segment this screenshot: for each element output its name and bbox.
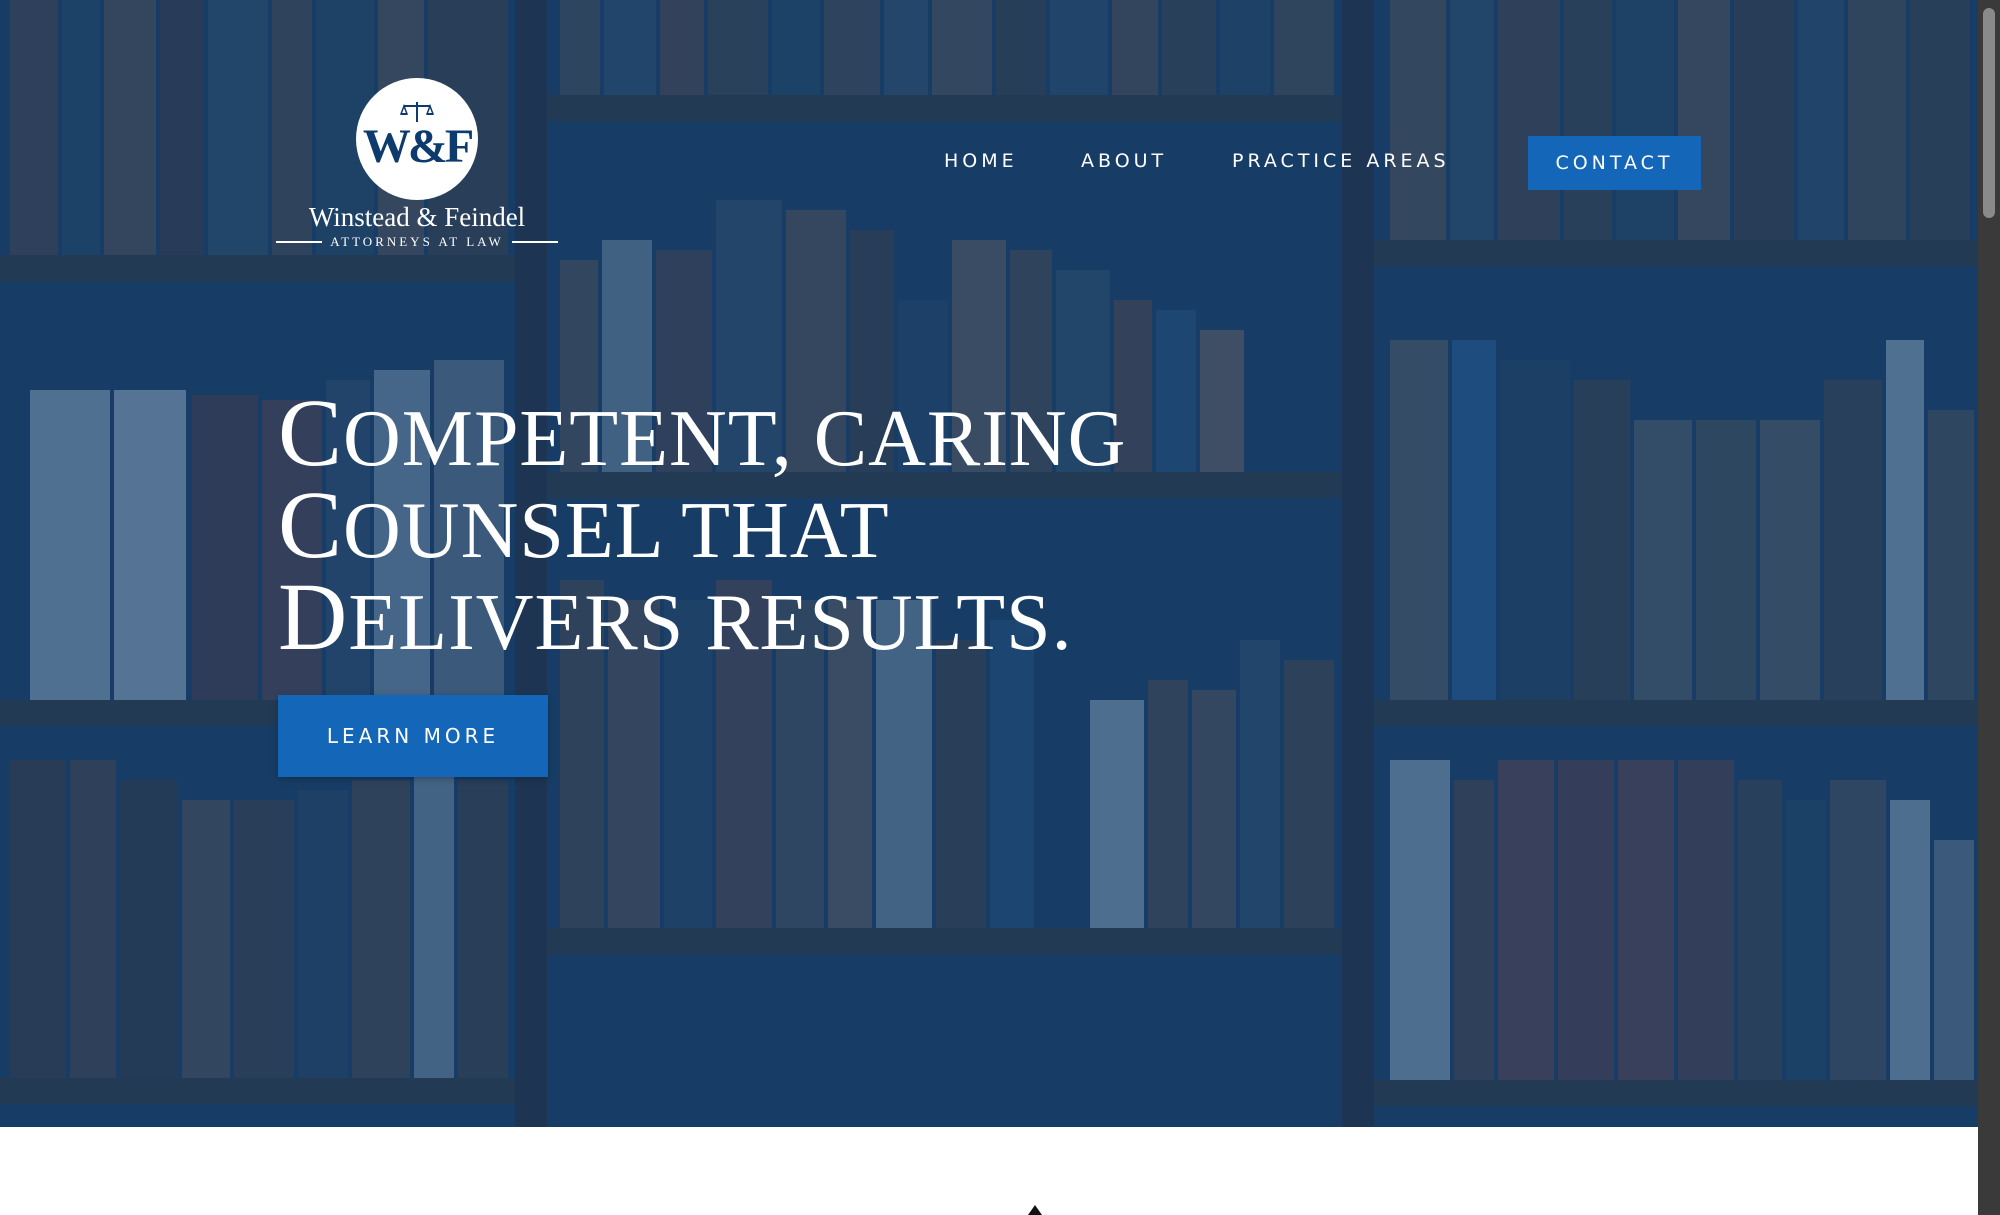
hero-section: W&F Winstead & Feindel ATTORNEYS AT LAW … [0,0,1978,1127]
hero-headline: Competent, caring counsel that delivers … [278,379,1178,670]
nav-about-link[interactable]: ABOUT [1081,150,1167,172]
caret-up-icon [1028,1205,1042,1215]
hero-headline-line-3: delivers results. [278,563,1073,670]
logo-rule-right [511,241,559,243]
logo-rule-left [276,241,323,243]
nav-contact-button[interactable]: CONTACT [1528,136,1701,190]
hero-headline-line-2: counsel that [278,471,890,578]
next-section [0,1127,1978,1215]
page: W&F Winstead & Feindel ATTORNEYS AT LAW … [0,0,2000,1215]
logo-tagline: ATTORNEYS AT LAW [330,234,504,249]
scales-of-justice-icon [400,102,434,122]
hero-headline-line-1: Competent, caring [278,379,1127,486]
logo-tagline-row: ATTORNEYS AT LAW [276,234,559,250]
nav-practice-areas-link[interactable]: PRACTICE AREAS [1232,150,1450,172]
learn-more-button[interactable]: LEARN MORE [278,695,548,777]
firm-name: Winstead & Feindel [308,202,526,232]
scrollbar-thumb[interactable] [1983,8,1995,218]
nav-home-link[interactable]: HOME [944,150,1018,172]
page-scrollbar[interactable] [1978,0,2000,1215]
main-nav: HOME ABOUT PRACTICE AREAS CONTACT [0,136,1978,190]
